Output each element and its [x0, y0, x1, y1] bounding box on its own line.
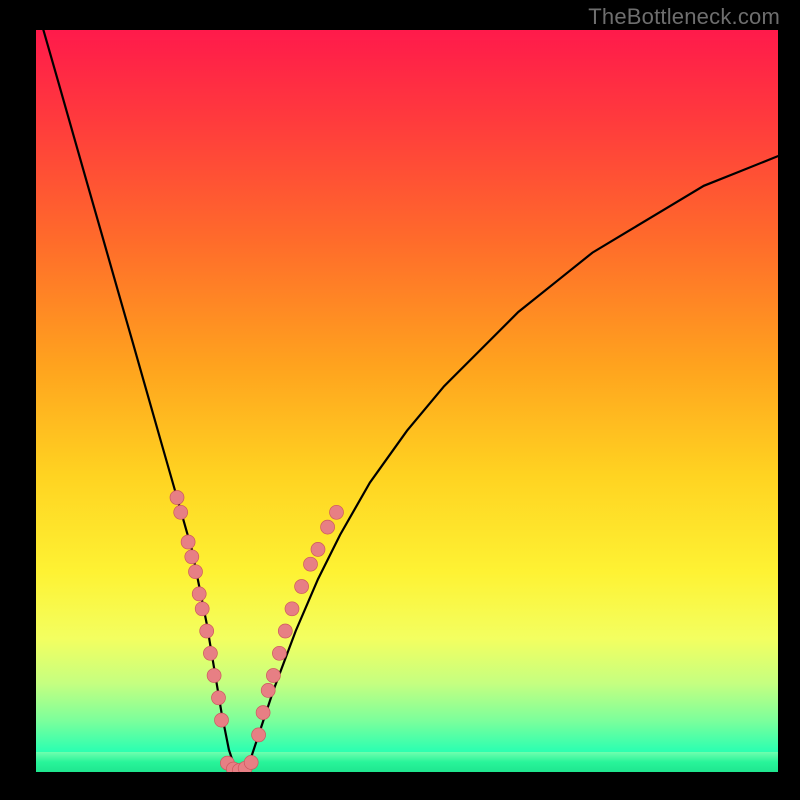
data-point-marker: [195, 602, 209, 616]
marker-group-right: [252, 505, 344, 742]
marker-group-left: [170, 491, 229, 728]
marker-group-bottom: [220, 755, 258, 772]
data-point-marker: [192, 587, 206, 601]
data-point-marker: [261, 683, 275, 697]
data-point-marker: [278, 624, 292, 638]
plot-area: [36, 30, 778, 772]
data-point-marker: [285, 602, 299, 616]
data-point-marker: [256, 706, 270, 720]
data-point-marker: [321, 520, 335, 534]
data-point-marker: [311, 542, 325, 556]
data-point-marker: [215, 713, 229, 727]
data-point-marker: [272, 646, 286, 660]
data-point-marker: [185, 550, 199, 564]
curve-layer: [36, 30, 778, 772]
data-point-marker: [244, 755, 258, 769]
data-point-marker: [266, 669, 280, 683]
data-point-marker: [203, 646, 217, 660]
data-point-marker: [200, 624, 214, 638]
chart-frame: TheBottleneck.com: [0, 0, 800, 800]
data-point-marker: [304, 557, 318, 571]
data-point-marker: [170, 491, 184, 505]
data-point-marker: [212, 691, 226, 705]
data-point-marker: [252, 728, 266, 742]
data-point-marker: [189, 565, 203, 579]
data-point-marker: [181, 535, 195, 549]
data-point-marker: [330, 505, 344, 519]
data-point-marker: [295, 580, 309, 594]
watermark-text: TheBottleneck.com: [588, 4, 780, 30]
data-point-marker: [174, 505, 188, 519]
bottleneck-curve: [43, 30, 778, 772]
data-point-marker: [207, 669, 221, 683]
